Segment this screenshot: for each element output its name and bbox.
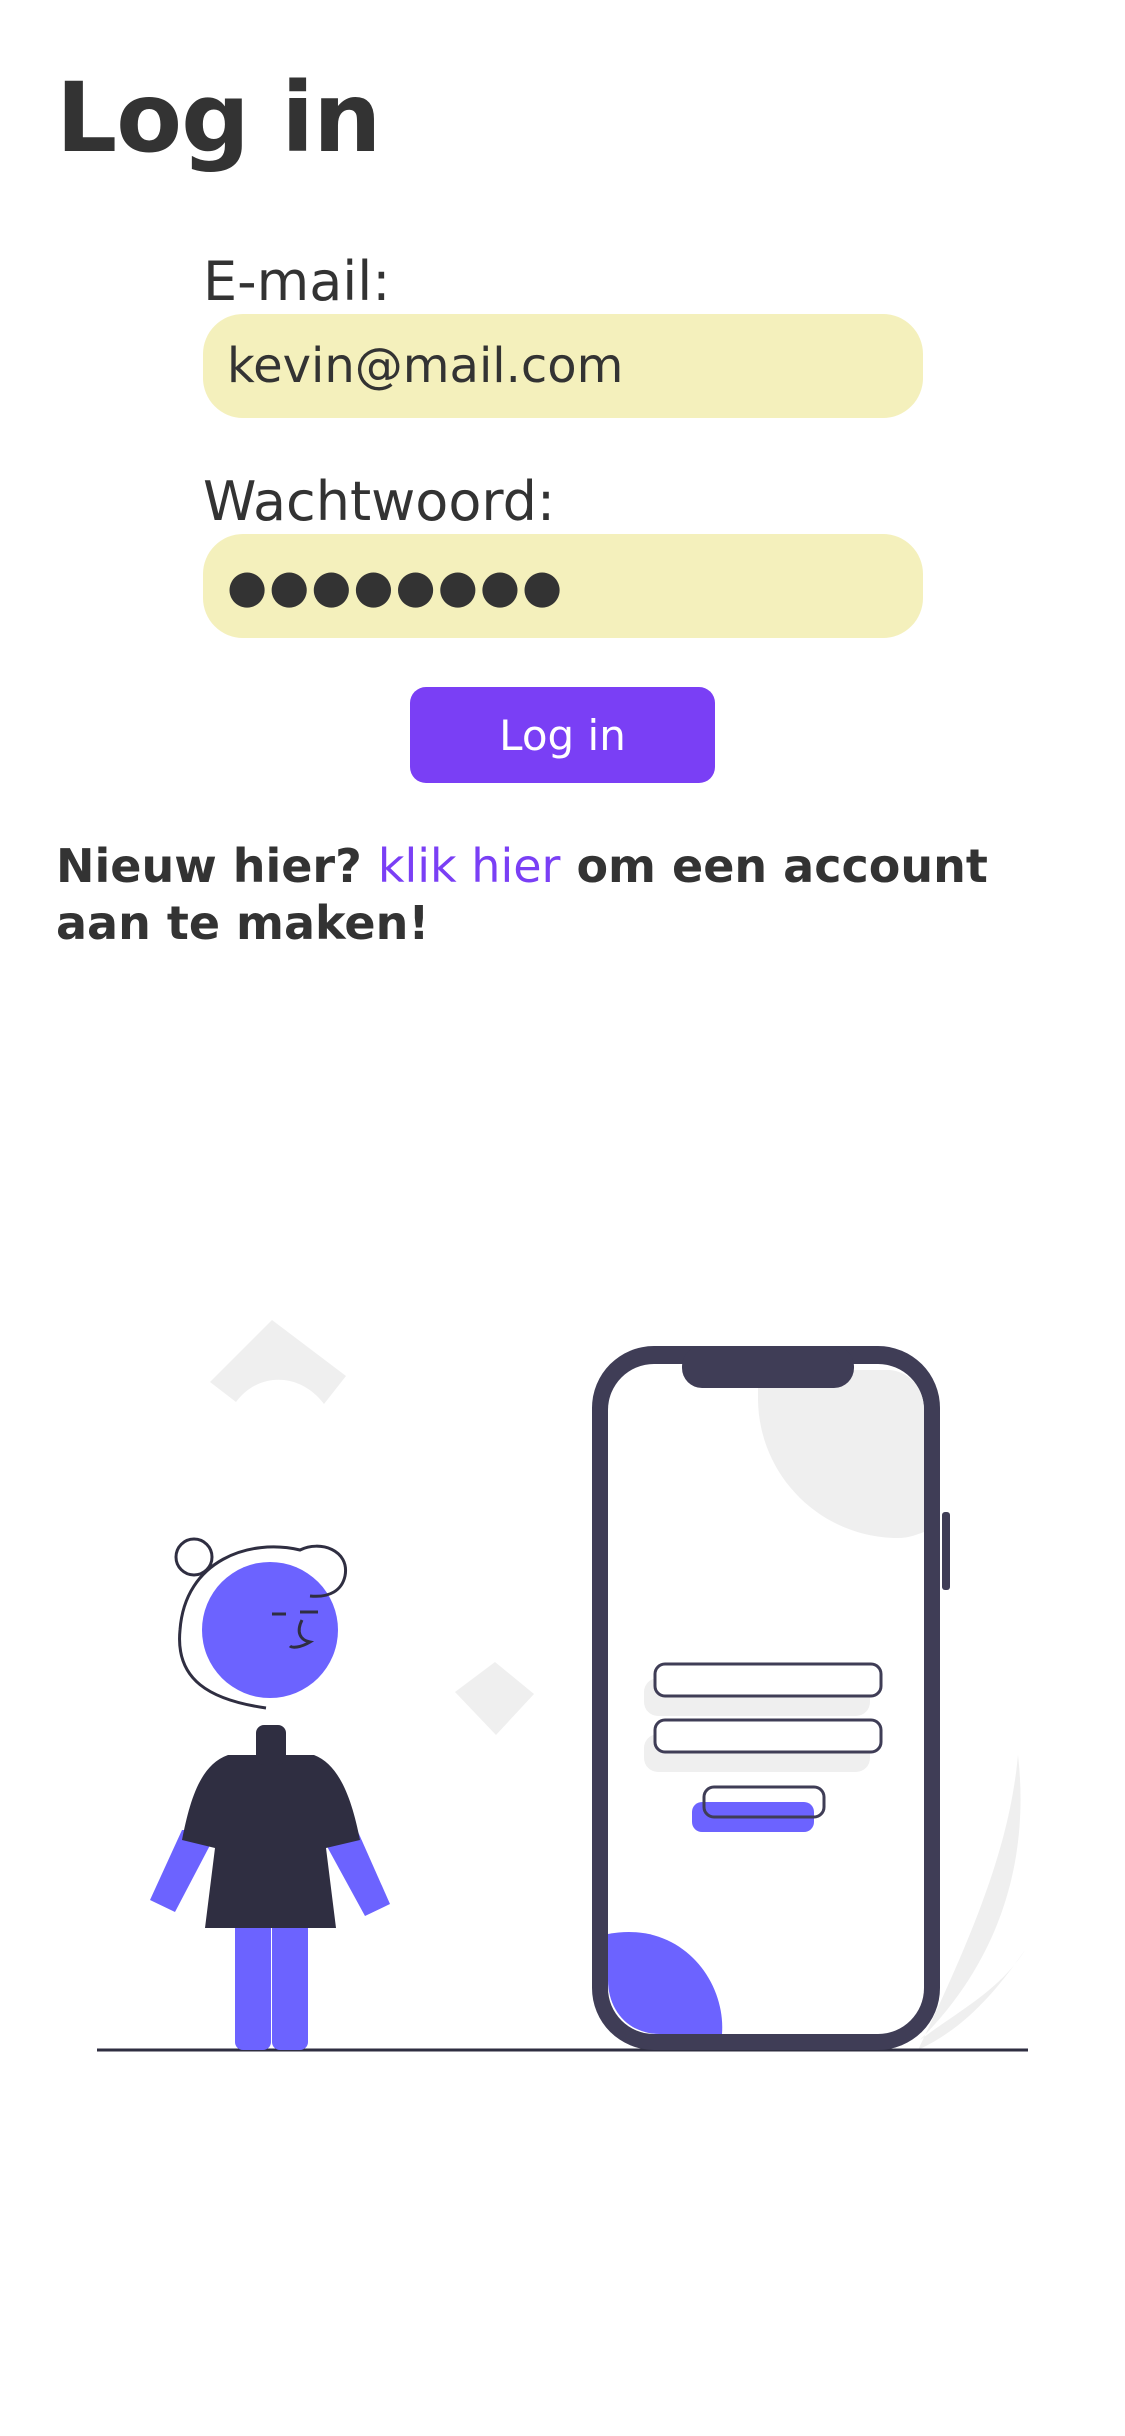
screen-field-icon: [653, 1718, 883, 1754]
person-neck-icon: [256, 1725, 286, 1765]
signup-prefix: Nieuw hier?: [56, 839, 362, 893]
person-head-icon: [202, 1562, 338, 1698]
decorative-diamond-icon: [455, 1662, 534, 1735]
phone-side-button-icon: [942, 1512, 950, 1590]
signup-link[interactable]: klik hier: [378, 839, 561, 893]
person-shirt-icon: [182, 1755, 360, 1928]
page-title: Log in: [56, 62, 382, 174]
login-button[interactable]: Log in: [410, 687, 715, 783]
signup-prompt: Nieuw hier? klik hier om een account aan…: [56, 838, 1076, 952]
person-leg-icon: [272, 1920, 308, 2050]
password-value: ●●●●●●●●: [227, 559, 565, 613]
login-page: Log in E-mail: kevin@mail.com Wachtwoord…: [0, 0, 1125, 2436]
person-hair-bun-icon: [174, 1537, 214, 1577]
email-value: kevin@mail.com: [227, 338, 624, 394]
password-label: Wachtwoord:: [203, 470, 556, 533]
decorative-shape-icon: [210, 1320, 346, 1404]
person-with-phone-login-illustration-icon: [97, 1320, 1028, 2052]
email-label: E-mail:: [203, 250, 391, 313]
phone-notch-icon: [682, 1346, 854, 1388]
email-field[interactable]: kevin@mail.com: [203, 314, 923, 418]
person-leg-icon: [235, 1920, 271, 2050]
screen-field-icon: [653, 1662, 883, 1698]
password-field[interactable]: ●●●●●●●●: [203, 534, 923, 638]
